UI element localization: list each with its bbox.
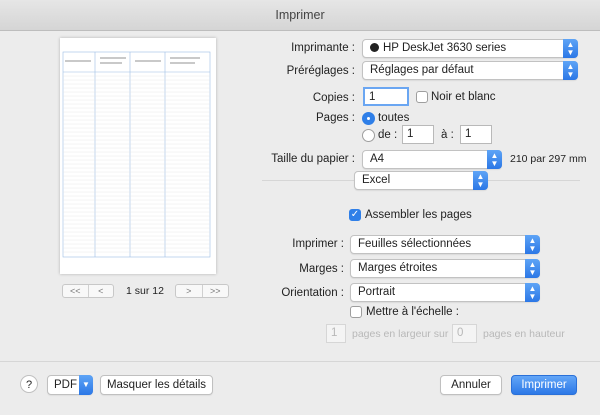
popup-arrows-icon: ▲ ▼ <box>563 39 578 58</box>
pages-from-label: de : <box>378 129 398 141</box>
print-what-value: Feuilles sélectionnées <box>358 238 472 250</box>
pages-to-label: à : <box>441 129 454 141</box>
pages-all-radio[interactable] <box>362 112 375 125</box>
popup-arrows-icon: ▲ ▼ <box>487 150 502 169</box>
print-button[interactable]: Imprimer <box>511 375 577 395</box>
page-indicator: 1 sur 12 <box>126 285 164 297</box>
margins-popup[interactable]: Marges étroites ▲ ▼ <box>350 259 540 278</box>
help-button[interactable]: ? <box>20 375 38 393</box>
margins-label: Marges : <box>299 263 344 275</box>
popup-arrows-icon: ▲ ▼ <box>563 61 578 80</box>
collate-label: Assembler les pages <box>365 209 472 221</box>
black-white-label: Noir et blanc <box>431 91 496 103</box>
presets-value: Réglages par défaut <box>370 64 474 76</box>
paper-dimensions: 210 par 297 mm <box>510 153 587 165</box>
popup-arrows-icon: ▲ ▼ <box>525 259 540 278</box>
pages-to-field[interactable]: 1 <box>460 125 492 144</box>
pdf-label: PDF <box>54 379 77 391</box>
printer-value: HP DeskJet 3630 series <box>383 42 507 54</box>
page-preview <box>60 38 216 274</box>
orientation-popup[interactable]: Portrait ▲ ▼ <box>350 283 540 302</box>
scale-checkbox[interactable] <box>350 306 362 318</box>
popup-arrows-icon: ▲ ▼ <box>525 235 540 254</box>
pages-label: Pages : <box>316 112 355 124</box>
paper-size-value: A4 <box>370 153 385 165</box>
presets-popup[interactable]: Réglages par défaut ▲ ▼ <box>362 61 578 80</box>
popup-arrows-icon: ▲ ▼ <box>525 283 540 302</box>
pages-all-label: toutes <box>378 112 410 124</box>
chevron-down-icon: ▼ <box>79 375 93 395</box>
pdf-menu-button[interactable]: PDF ▼ <box>47 375 93 395</box>
orientation-value: Portrait <box>358 286 396 298</box>
margins-value: Marges étroites <box>358 262 438 274</box>
footer-separator <box>0 361 600 362</box>
scale-label: Mettre à l'échelle : <box>366 306 459 318</box>
paper-size-label: Taille du papier : <box>271 153 355 165</box>
printer-icon <box>370 43 379 52</box>
copies-field[interactable]: 1 <box>363 87 409 106</box>
hide-details-button[interactable]: Masquer les détails <box>100 375 213 395</box>
presets-label: Préréglages : <box>286 65 355 77</box>
preview-spreadsheet-image <box>62 51 211 258</box>
first-page-button[interactable]: << <box>63 285 89 297</box>
cancel-button[interactable]: Annuler <box>440 375 502 395</box>
collate-checkbox[interactable]: ✓ <box>349 209 361 221</box>
printer-label: Imprimante : <box>291 42 355 54</box>
last-page-button[interactable]: >> <box>203 285 229 297</box>
printer-popup[interactable]: HP DeskJet 3630 series ▲ ▼ <box>362 39 578 58</box>
preview-next-nav[interactable]: > >> <box>175 284 229 298</box>
scale-width-field[interactable]: 1 <box>326 324 346 343</box>
pages-range-radio[interactable] <box>362 129 375 142</box>
previous-page-button[interactable]: < <box>89 285 114 297</box>
next-page-button[interactable]: > <box>176 285 203 297</box>
print-what-popup[interactable]: Feuilles sélectionnées ▲ ▼ <box>350 235 540 254</box>
scale-width-label: pages en largeur sur <box>352 328 449 340</box>
app-options-popup[interactable]: Excel ▲ ▼ <box>354 171 488 190</box>
black-white-checkbox[interactable] <box>416 91 428 103</box>
preview-prev-nav[interactable]: << < <box>62 284 114 298</box>
popup-arrows-icon: ▲ ▼ <box>473 171 488 190</box>
copies-label: Copies : <box>312 92 355 104</box>
app-options-value: Excel <box>362 174 391 186</box>
paper-size-popup[interactable]: A4 ▲ ▼ <box>362 150 502 169</box>
pages-from-field[interactable]: 1 <box>402 125 434 144</box>
scale-height-label: pages en hauteur <box>483 328 565 340</box>
window-title: Imprimer <box>0 0 600 31</box>
print-what-label: Imprimer : <box>292 238 344 250</box>
scale-height-field[interactable]: 0 <box>452 324 477 343</box>
orientation-label: Orientation : <box>281 287 344 299</box>
